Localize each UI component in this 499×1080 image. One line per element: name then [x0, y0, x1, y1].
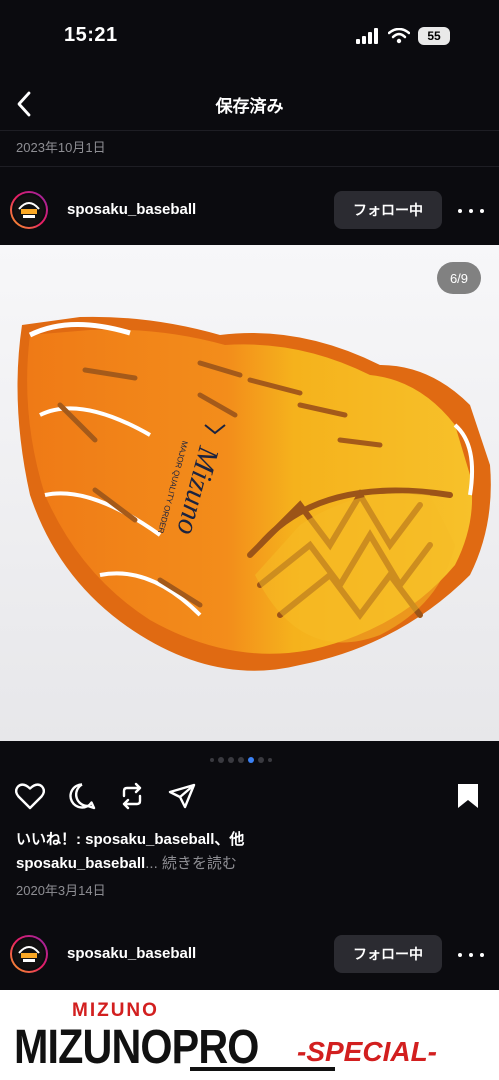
brand-special-text: -SPECIAL-	[297, 1036, 437, 1067]
more-icon[interactable]	[458, 945, 484, 965]
post-username[interactable]: sposaku_baseball	[67, 201, 196, 218]
carousel-dot	[258, 757, 264, 763]
avatar-logo-icon	[12, 937, 46, 971]
avatar[interactable]	[10, 935, 48, 973]
battery-icon: 55	[418, 27, 450, 45]
repost-button[interactable]	[116, 780, 148, 812]
status-time: 15:21	[64, 24, 118, 46]
carousel-dot	[228, 757, 234, 763]
glove-illustration: Mizuno MAJOR QUALITY ORDER	[0, 245, 499, 741]
read-more-link[interactable]: ... 続きを読む	[145, 855, 237, 872]
more-icon[interactable]	[458, 201, 484, 221]
like-button[interactable]	[14, 780, 46, 812]
carousel-dot	[210, 758, 214, 762]
heart-icon	[15, 783, 45, 810]
image-counter: 6/9	[437, 262, 481, 294]
carousel-dot-active	[248, 757, 254, 763]
section-divider	[0, 166, 499, 167]
carousel-dot	[238, 757, 244, 763]
likes-text[interactable]: いいね！: sposaku_baseball、他	[16, 828, 244, 849]
follow-button[interactable]: フォロー中	[334, 191, 442, 229]
carousel-dot	[268, 758, 272, 762]
post-date: 2020年3月14日	[16, 883, 106, 898]
next-follow-button[interactable]: フォロー中	[334, 935, 442, 973]
carousel-dot	[218, 757, 224, 763]
bookmark-button[interactable]	[452, 780, 484, 812]
repost-icon	[122, 782, 142, 810]
avatar-logo-icon	[12, 193, 46, 227]
comment-icon	[69, 783, 96, 810]
caption: sposaku_baseball... 続きを読む	[16, 852, 237, 873]
caption-username[interactable]: sposaku_baseball	[16, 855, 145, 872]
post-image[interactable]: Mizuno MAJOR QUALITY ORDER	[0, 245, 499, 741]
carousel-dots	[210, 757, 272, 763]
bookmark-icon	[458, 784, 478, 808]
status-icons: 55	[356, 26, 450, 46]
wifi-icon	[388, 28, 410, 44]
page-title: 保存済み	[215, 97, 284, 116]
saved-date: 2023年10月1日	[16, 140, 106, 155]
avatar[interactable]	[10, 191, 48, 229]
next-post-username[interactable]: sposaku_baseball	[67, 945, 196, 962]
share-button[interactable]	[166, 780, 198, 812]
comment-button[interactable]	[66, 780, 98, 812]
signal-icon	[356, 28, 378, 44]
brand-small-text: MIZUNO	[72, 1000, 159, 1021]
share-icon	[168, 783, 196, 809]
header-divider	[0, 130, 499, 131]
